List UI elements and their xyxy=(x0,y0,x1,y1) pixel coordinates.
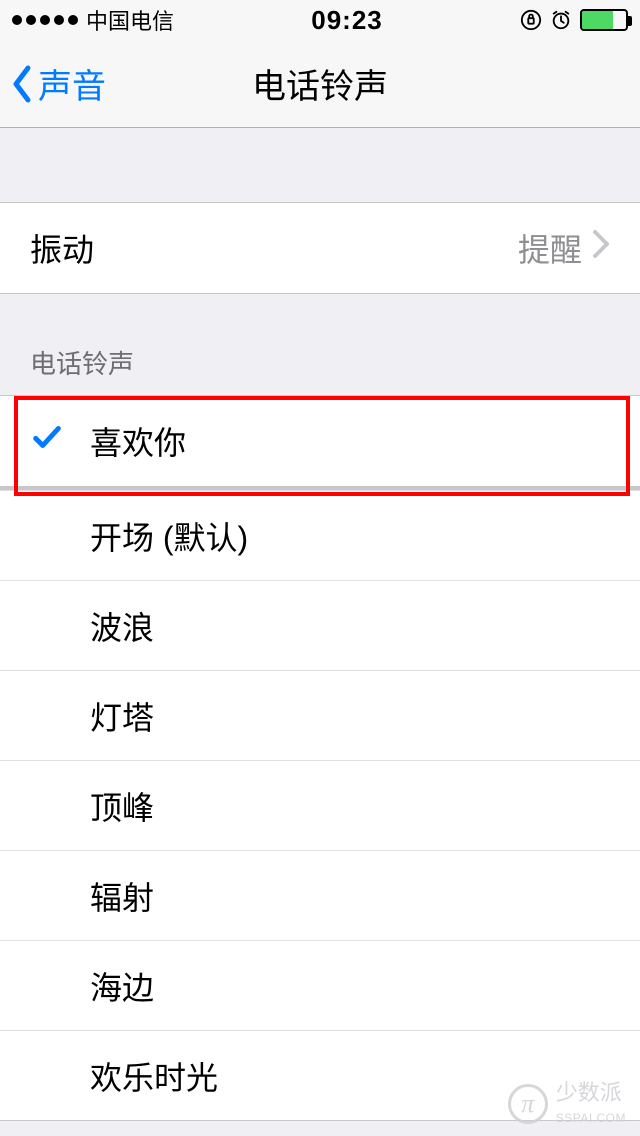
tone-row[interactable]: 开场 (默认) xyxy=(0,490,640,580)
vibration-row[interactable]: 振动 提醒 xyxy=(0,203,640,293)
tones-section-header: 电话铃声 xyxy=(0,294,640,395)
tones-list: 喜欢你开场 (默认)波浪灯塔顶峰辐射海边欢乐时光 xyxy=(0,395,640,1121)
tone-row[interactable]: 喜欢你 xyxy=(0,396,640,486)
vibration-group: 振动 提醒 xyxy=(0,202,640,294)
watermark-sub: SSPAI.COM xyxy=(556,1111,626,1125)
orientation-lock-icon xyxy=(520,9,542,31)
navigation-bar: 声音 电话铃声 xyxy=(0,40,640,128)
status-clock: 09:23 xyxy=(311,5,383,36)
group-gap xyxy=(0,128,640,202)
alarm-icon xyxy=(550,9,572,31)
carrier-label: 中国电信 xyxy=(86,4,174,36)
watermark-logo-icon: π xyxy=(508,1084,548,1124)
tone-label: 喜欢你 xyxy=(90,418,610,464)
signal-strength-icon xyxy=(12,15,78,25)
vibration-value: 提醒 xyxy=(518,225,582,271)
tone-label: 波浪 xyxy=(90,603,610,649)
battery-icon xyxy=(580,9,628,31)
watermark: π 少数派 SSPAI.COM xyxy=(508,1082,626,1126)
watermark-brand: 少数派 xyxy=(556,1080,622,1105)
tone-row[interactable]: 辐射 xyxy=(0,850,640,940)
vibration-label: 振动 xyxy=(30,225,518,271)
status-right xyxy=(520,9,628,31)
tone-row[interactable]: 灯塔 xyxy=(0,670,640,760)
chevron-left-icon xyxy=(10,64,34,104)
tone-row[interactable]: 顶峰 xyxy=(0,760,640,850)
tone-label: 灯塔 xyxy=(90,693,610,739)
tone-row[interactable]: 波浪 xyxy=(0,580,640,670)
tone-label: 开场 (默认) xyxy=(90,513,610,559)
tone-label: 顶峰 xyxy=(90,783,610,829)
tone-label: 辐射 xyxy=(90,873,610,919)
tone-row[interactable]: 海边 xyxy=(0,940,640,1030)
status-left: 中国电信 xyxy=(12,4,174,36)
chevron-right-icon xyxy=(592,229,610,267)
back-label: 声音 xyxy=(38,59,106,108)
status-bar: 中国电信 09:23 xyxy=(0,0,640,40)
tone-label: 海边 xyxy=(90,963,610,1009)
checkmark-icon xyxy=(30,420,64,462)
back-button[interactable]: 声音 xyxy=(0,59,106,108)
